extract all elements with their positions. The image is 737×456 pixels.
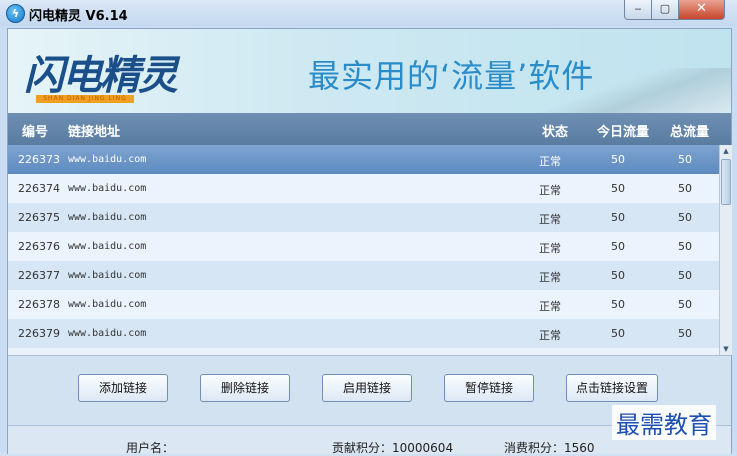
link-table: 编号 链接地址 状态 今日流量 总流量 226373 www.baidu.com… bbox=[8, 113, 732, 355]
cell-url: www.baidu.com bbox=[68, 328, 147, 339]
cell-status: 正常 bbox=[539, 184, 561, 197]
cell-url: www.baidu.com bbox=[68, 270, 147, 281]
cell-id: 226376 bbox=[18, 240, 60, 253]
cell-url: www.baidu.com bbox=[68, 183, 147, 194]
column-header-url[interactable]: 链接地址 bbox=[68, 121, 120, 140]
column-header-id[interactable]: 编号 bbox=[22, 121, 48, 140]
contribution-points: 贡献积分：10000604 bbox=[332, 441, 454, 455]
watermark: 最需教育 bbox=[612, 405, 716, 440]
cell-today-traffic: 50 bbox=[611, 327, 625, 340]
title-bar[interactable]: ϟ 闪电精灵 V6.14 ‒ ▢ ✕ bbox=[0, 0, 737, 26]
app-window: ϟ 闪电精灵 V6.14 ‒ ▢ ✕ 闪电精灵 SHAN DIAN JING L… bbox=[0, 0, 737, 455]
banner: 闪电精灵 SHAN DIAN JING LING 最实用的‘流量’软件 bbox=[8, 29, 731, 113]
maximize-button[interactable]: ▢ bbox=[651, 0, 679, 20]
vertical-scrollbar[interactable]: ▲ ▼ bbox=[719, 145, 732, 355]
scroll-up-arrow-icon[interactable]: ▲ bbox=[721, 145, 731, 157]
table-header: 编号 链接地址 状态 今日流量 总流量 bbox=[8, 113, 731, 145]
cell-today-traffic: 50 bbox=[611, 269, 625, 282]
close-button[interactable]: ✕ bbox=[678, 0, 725, 20]
cell-total-traffic: 50 bbox=[678, 153, 692, 166]
cell-status: 正常 bbox=[539, 271, 561, 284]
table-row[interactable]: 226379 www.baidu.com 正常 50 50 bbox=[8, 319, 719, 348]
link-settings-button[interactable]: 点击链接设置 bbox=[566, 374, 658, 402]
window-title: 闪电精灵 V6.14 bbox=[29, 9, 128, 24]
scrollbar-thumb[interactable] bbox=[721, 159, 731, 205]
column-header-total-traffic[interactable]: 总流量 bbox=[670, 121, 709, 140]
cell-total-traffic: 50 bbox=[678, 327, 692, 340]
cell-id: 226374 bbox=[18, 182, 60, 195]
pause-link-button[interactable]: 暂停链接 bbox=[444, 374, 534, 402]
table-row[interactable]: 226377 www.baidu.com 正常 50 50 bbox=[8, 261, 719, 290]
cell-url: www.baidu.com bbox=[68, 212, 147, 223]
cell-id: 226379 bbox=[18, 327, 60, 340]
table-row[interactable]: 226378 www.baidu.com 正常 50 50 bbox=[8, 290, 719, 319]
enable-link-button[interactable]: 启用链接 bbox=[322, 374, 412, 402]
cell-status: 正常 bbox=[539, 300, 561, 313]
table-row[interactable]: 226376 www.baidu.com 正常 50 50 bbox=[8, 232, 719, 261]
minimize-button[interactable]: ‒ bbox=[624, 0, 652, 20]
cell-url: www.baidu.com bbox=[68, 154, 147, 165]
cell-id: 226373 bbox=[18, 153, 60, 166]
app-logo-subtitle: SHAN DIAN JING LING bbox=[36, 95, 134, 103]
cell-id: 226378 bbox=[18, 298, 60, 311]
column-header-today-traffic[interactable]: 今日流量 bbox=[597, 121, 649, 140]
cell-id: 226375 bbox=[18, 211, 60, 224]
lightning-app-icon: ϟ bbox=[6, 4, 25, 23]
client-area: 闪电精灵 SHAN DIAN JING LING 最实用的‘流量’软件 编号 链… bbox=[7, 28, 732, 455]
consumption-points: 消费积分：1560 bbox=[504, 441, 595, 455]
cell-status: 正常 bbox=[539, 242, 561, 255]
table-body: 226373 www.baidu.com 正常 50 50 226374 www… bbox=[8, 145, 719, 355]
cell-today-traffic: 50 bbox=[611, 153, 625, 166]
cell-today-traffic: 50 bbox=[611, 298, 625, 311]
cell-total-traffic: 50 bbox=[678, 211, 692, 224]
app-logo: 闪电精灵 bbox=[24, 53, 178, 99]
cell-url: www.baidu.com bbox=[68, 299, 147, 310]
cell-url: www.baidu.com bbox=[68, 241, 147, 252]
cell-today-traffic: 50 bbox=[611, 211, 625, 224]
table-row[interactable]: 226375 www.baidu.com 正常 50 50 bbox=[8, 203, 719, 232]
table-row[interactable]: 226374 www.baidu.com 正常 50 50 bbox=[8, 174, 719, 203]
table-row[interactable]: 226373 www.baidu.com 正常 50 50 bbox=[8, 145, 719, 174]
scroll-down-arrow-icon[interactable]: ▼ bbox=[721, 343, 731, 355]
username-label: 用户名： bbox=[126, 441, 175, 455]
column-header-status[interactable]: 状态 bbox=[542, 121, 568, 140]
cell-today-traffic: 50 bbox=[611, 182, 625, 195]
cell-id: 226377 bbox=[18, 269, 60, 282]
cell-status: 正常 bbox=[539, 329, 561, 342]
cell-status: 正常 bbox=[539, 155, 561, 168]
banner-slogan: 最实用的‘流量’软件 bbox=[308, 57, 595, 95]
cell-total-traffic: 50 bbox=[678, 240, 692, 253]
add-link-button[interactable]: 添加链接 bbox=[78, 374, 168, 402]
cell-total-traffic: 50 bbox=[678, 269, 692, 282]
delete-link-button[interactable]: 删除链接 bbox=[200, 374, 290, 402]
cell-today-traffic: 50 bbox=[611, 240, 625, 253]
cell-status: 正常 bbox=[539, 213, 561, 226]
cell-total-traffic: 50 bbox=[678, 298, 692, 311]
cell-total-traffic: 50 bbox=[678, 182, 692, 195]
